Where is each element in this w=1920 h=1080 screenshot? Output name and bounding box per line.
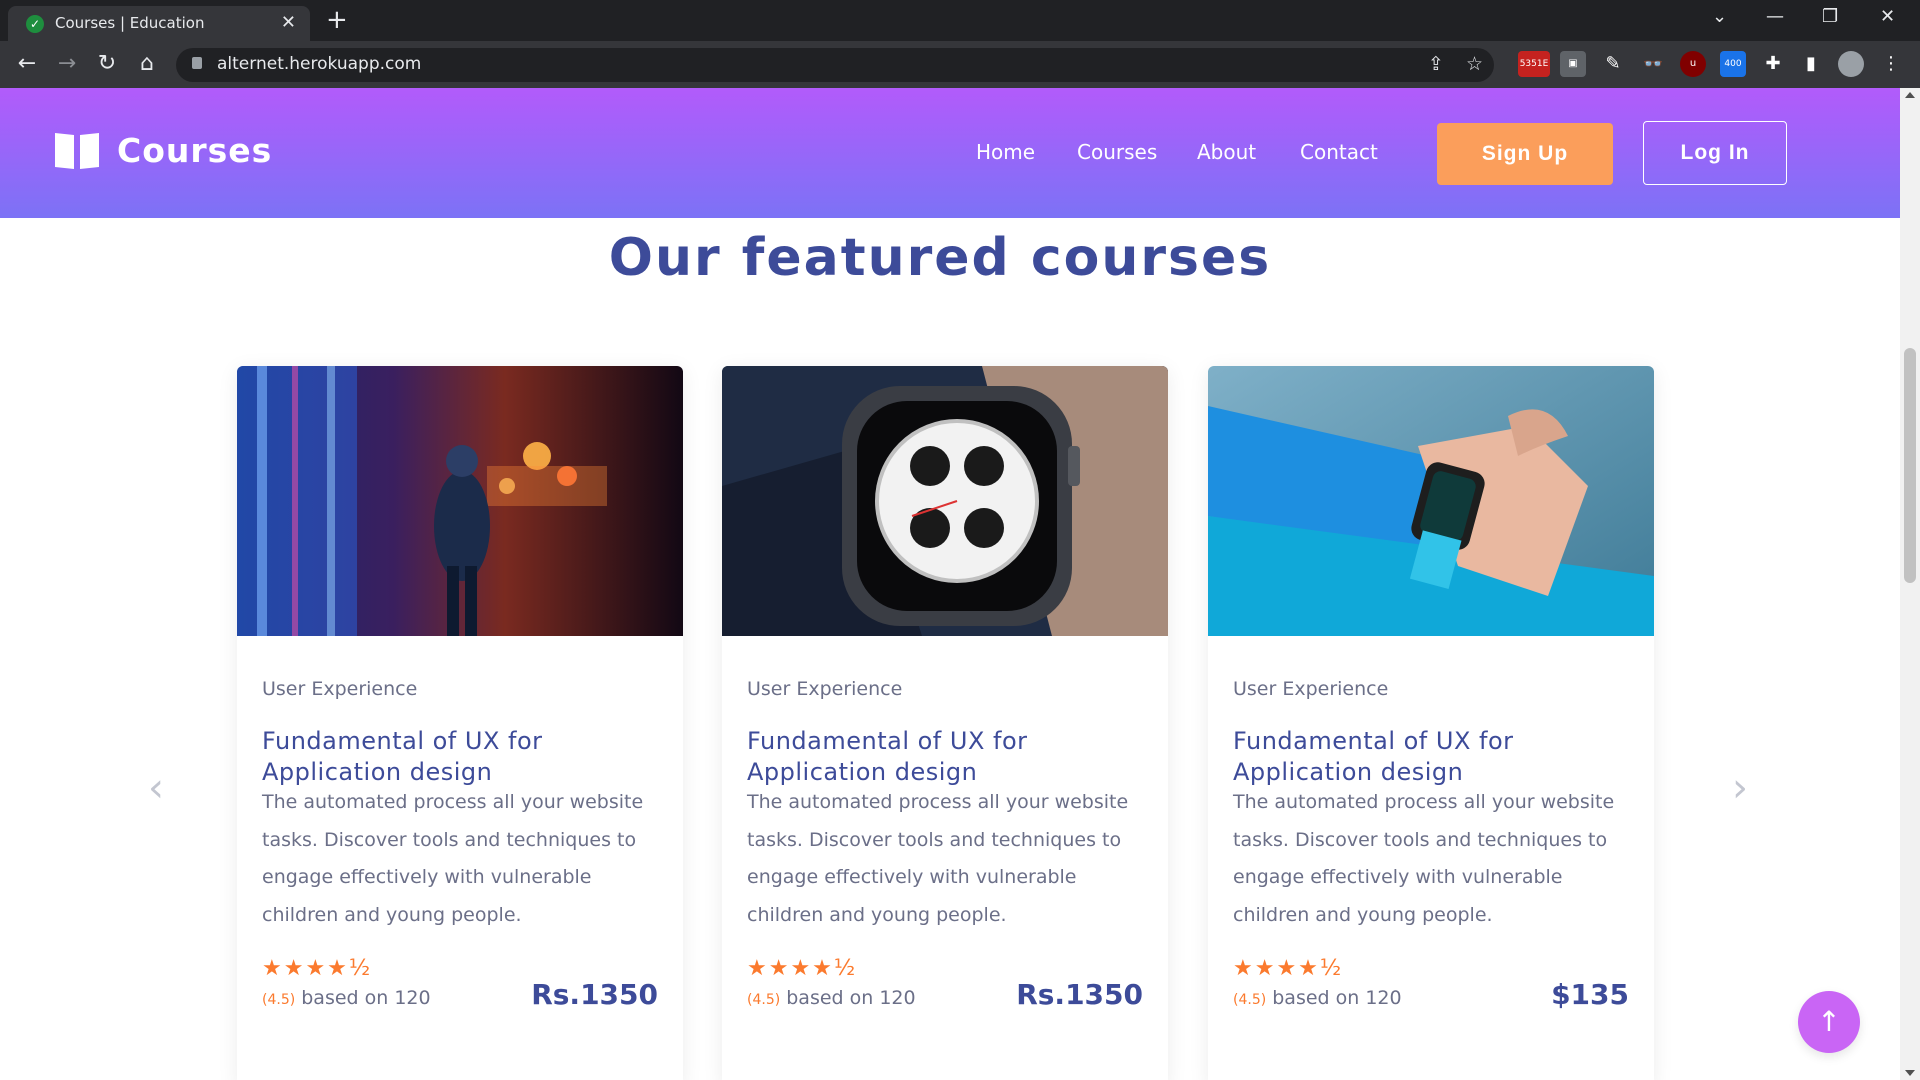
restore-icon[interactable]: ❐ (1822, 6, 1838, 27)
course-card[interactable]: User Experience Fundamental of UX for Ap… (722, 366, 1168, 1080)
mail-extension-icon[interactable]: 5351E (1518, 51, 1550, 77)
minimize-icon[interactable]: — (1766, 6, 1784, 27)
nav-about[interactable]: About (1197, 140, 1256, 164)
course-description: The automated process all your website t… (747, 791, 1129, 926)
course-image-wrist-watch (1208, 366, 1654, 636)
glasses-extension-icon[interactable]: 👓 (1640, 51, 1666, 77)
course-card[interactable]: User Experience Fundamental of UX for Ap… (237, 366, 683, 1080)
reload-icon[interactable]: ↻ (93, 51, 121, 76)
forward-icon[interactable]: → (53, 51, 81, 76)
course-image-smartwatch (722, 366, 1168, 636)
rating-value: (4.5) (262, 992, 296, 1008)
address-bar[interactable]: alternet.herokuapp.com ⇪ ☆ (176, 48, 1494, 82)
scroll-down-icon[interactable] (1905, 1070, 1915, 1076)
close-tab-icon[interactable]: ✕ (281, 12, 296, 33)
rating-value: (4.5) (1233, 992, 1267, 1008)
rss-extension-icon[interactable]: 400 (1720, 51, 1746, 77)
browser-tab[interactable]: ✓ Courses | Education ✕ (8, 6, 310, 41)
section-heading: Our featured courses (608, 228, 1272, 288)
rating-value: (4.5) (747, 992, 781, 1008)
rating-stars-icon: ★★★★½ (747, 956, 858, 981)
browser-tab-bar: ✓ Courses | Education ✕ + ⌄ — ❐ ✕ (0, 0, 1920, 41)
back-icon[interactable]: ← (13, 51, 41, 76)
tab-title: Courses | Education (55, 14, 205, 32)
course-price: Rs.1350 (531, 978, 658, 1011)
extension-icon[interactable]: ▣ (1560, 51, 1586, 77)
home-icon[interactable]: ⌂ (133, 51, 161, 76)
course-title[interactable]: Fundamental of UX for Application design (1233, 726, 1633, 788)
carousel-prev-icon[interactable]: ‹ (148, 768, 164, 808)
browser-toolbar: ← → ↻ ⌂ alternet.herokuapp.com ⇪ ☆ 5351E… (0, 41, 1920, 88)
tab-search-icon[interactable]: ⌄ (1712, 6, 1727, 27)
site-header: Courses Home Courses About Contact Sign … (0, 88, 1900, 218)
course-category: User Experience (1233, 678, 1389, 700)
course-category: User Experience (747, 678, 903, 700)
course-category: User Experience (262, 678, 418, 700)
course-title[interactable]: Fundamental of UX for Application design (262, 726, 662, 788)
extensions-puzzle-icon[interactable]: ✚ (1760, 51, 1786, 77)
nav-home[interactable]: Home (976, 140, 1035, 164)
page-scrollbar[interactable] (1900, 88, 1920, 1080)
log-in-button[interactable]: Log In (1643, 121, 1787, 185)
course-description: The automated process all your website t… (1233, 791, 1615, 926)
rating-summary: (4.5) based on 120 (747, 987, 916, 1009)
bookmark-star-icon[interactable]: ☆ (1466, 53, 1483, 75)
pen-extension-icon[interactable]: ✎ (1600, 51, 1626, 77)
lock-icon (192, 57, 202, 69)
side-panel-icon[interactable]: ▮ (1798, 51, 1824, 77)
scroll-up-icon[interactable] (1905, 92, 1915, 98)
ublock-icon[interactable]: u (1680, 51, 1706, 77)
share-icon[interactable]: ⇪ (1428, 53, 1444, 75)
rating-count: based on 120 (1272, 987, 1402, 1009)
menu-kebab-icon[interactable]: ⋮ (1878, 51, 1904, 77)
rating-summary: (4.5) based on 120 (262, 987, 431, 1009)
url-text: alternet.herokuapp.com (217, 54, 422, 74)
rating-summary: (4.5) based on 120 (1233, 987, 1402, 1009)
profile-avatar[interactable] (1838, 51, 1864, 77)
arrow-up-icon: ↑ (1817, 1005, 1841, 1038)
site-logo[interactable]: Courses (55, 130, 272, 170)
rating-stars-icon: ★★★★½ (262, 956, 373, 981)
course-price: $135 (1551, 978, 1629, 1011)
sign-up-button[interactable]: Sign Up (1437, 123, 1613, 185)
course-price: Rs.1350 (1016, 978, 1143, 1011)
rating-count: based on 120 (786, 987, 916, 1009)
rating-count: based on 120 (301, 987, 431, 1009)
window-close-icon[interactable]: ✕ (1880, 6, 1895, 27)
site-favicon-icon: ✓ (26, 15, 44, 33)
new-tab-icon[interactable]: + (326, 5, 348, 35)
scroll-to-top-button[interactable]: ↑ (1798, 991, 1860, 1053)
rating-stars-icon: ★★★★½ (1233, 956, 1344, 981)
course-description: The automated process all your website t… (262, 791, 644, 926)
nav-contact[interactable]: Contact (1300, 140, 1378, 164)
carousel-next-icon[interactable]: › (1732, 768, 1748, 808)
nav-courses[interactable]: Courses (1077, 140, 1157, 164)
book-icon (55, 130, 99, 170)
scrollbar-thumb[interactable] (1904, 348, 1916, 583)
course-title[interactable]: Fundamental of UX for Application design (747, 726, 1147, 788)
page-viewport: Courses Home Courses About Contact Sign … (0, 88, 1900, 1080)
course-card[interactable]: User Experience Fundamental of UX for Ap… (1208, 366, 1654, 1080)
course-image-person-neon (237, 366, 683, 636)
logo-text: Courses (117, 130, 273, 170)
